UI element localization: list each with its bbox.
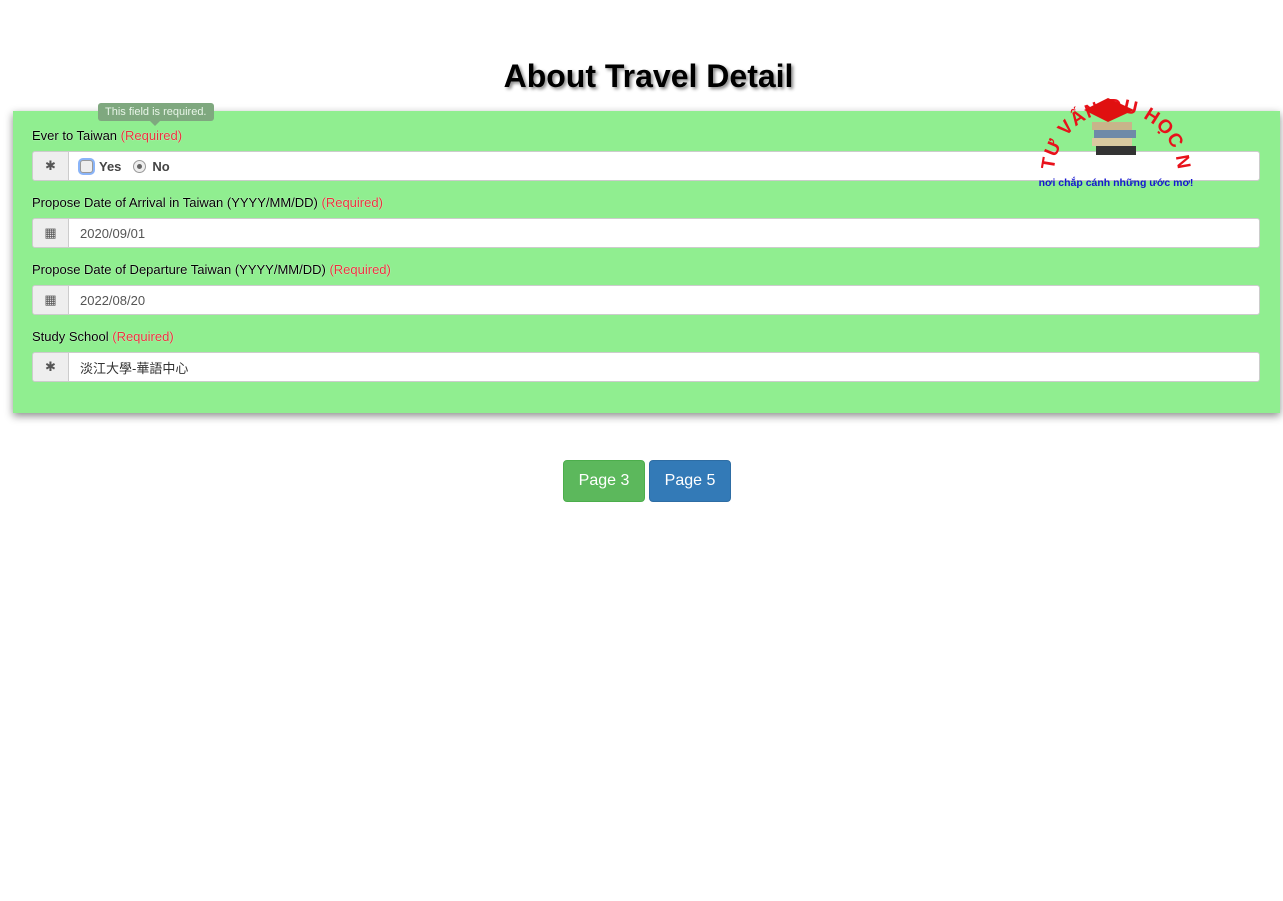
radio-no-label: No xyxy=(152,158,170,174)
logo-slogan: nơi chắp cánh những ước mơ! xyxy=(1039,176,1194,189)
page-3-button[interactable]: Page 3 xyxy=(563,460,645,502)
study-school-input[interactable] xyxy=(69,352,1260,382)
study-school-group: ✱ xyxy=(32,352,1260,382)
page-5-button[interactable]: Page 5 xyxy=(649,460,731,502)
required-mark: (Required) xyxy=(112,329,174,344)
asterisk-icon: ✱ xyxy=(32,352,69,382)
ever-to-taiwan-label: Ever to Taiwan (Required) xyxy=(32,128,182,143)
required-mark: (Required) xyxy=(329,262,391,277)
required-mark: (Required) xyxy=(321,195,383,210)
radio-yes-circle[interactable] xyxy=(80,159,93,173)
validation-tooltip: This field is required. xyxy=(98,103,214,126)
label-text: Propose Date of Departure Taiwan (YYYY/M… xyxy=(32,262,326,277)
study-school-label: Study School (Required) xyxy=(32,329,174,344)
label-text: Ever to Taiwan xyxy=(32,128,118,143)
required-mark: (Required) xyxy=(120,128,183,143)
radio-no-circle[interactable] xyxy=(133,159,147,173)
arrival-date-group: ▦ xyxy=(32,218,1260,248)
departure-date-group: ▦ xyxy=(32,285,1260,315)
calendar-icon: ▦ xyxy=(32,285,69,315)
departure-date-label: Propose Date of Departure Taiwan (YYYY/M… xyxy=(32,262,391,277)
departure-date-input[interactable] xyxy=(69,285,1260,315)
asterisk-icon: ✱ xyxy=(32,151,69,181)
arrival-date-label: Propose Date of Arrival in Taiwan (YYYY/… xyxy=(32,195,383,210)
label-text: Propose Date of Arrival in Taiwan (YYYY/… xyxy=(32,195,318,210)
arrival-date-input[interactable] xyxy=(69,218,1260,248)
label-text: Study School xyxy=(32,329,109,344)
radio-no[interactable]: No xyxy=(133,158,170,174)
radio-yes-label: Yes xyxy=(99,158,122,174)
calendar-icon: ▦ xyxy=(32,218,69,248)
logo: TƯ VẤN DU HỌC NHẬT ĐÀI nơi chắp cánh nhữ… xyxy=(1036,62,1194,189)
radio-yes[interactable]: Yes xyxy=(80,159,121,174)
